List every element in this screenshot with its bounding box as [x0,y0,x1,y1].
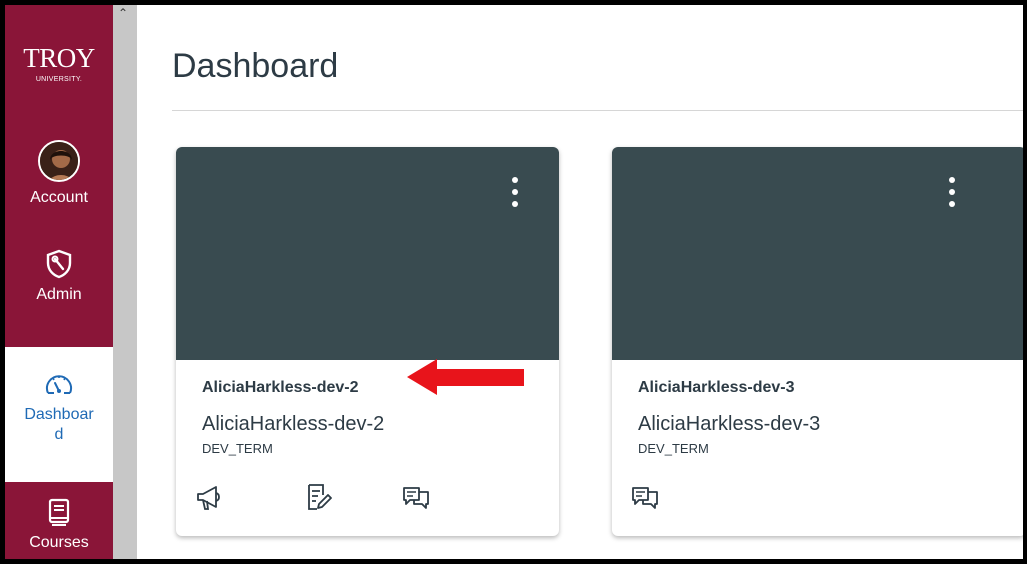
course-name: AliciaHarkless-dev-2 [202,413,385,435]
course-short-name[interactable]: AliciaHarkless-dev-3 [638,379,795,397]
nav-label-admin: Admin [36,286,82,303]
course-card[interactable]: AliciaHarkless-dev-2 AliciaHarkless-dev-… [176,147,559,536]
kebab-menu-icon[interactable] [509,177,521,211]
canvas-window: TROY UNIVERSITY. Account Admin Dashboar … [5,5,1023,559]
nav-scrollbar[interactable]: ⌃ [113,5,137,559]
kebab-menu-icon[interactable] [946,177,958,211]
global-nav: TROY UNIVERSITY. Account Admin Dashboar … [5,5,113,559]
course-short-name[interactable]: AliciaHarkless-dev-2 [202,379,359,397]
discussions-icon[interactable] [628,481,662,513]
nav-item-account[interactable]: Account [5,140,113,235]
course-name: AliciaHarkless-dev-3 [638,413,821,435]
nav-item-courses[interactable]: Courses [5,483,113,559]
nav-label-dashboard-line1: Dashboar [24,406,94,423]
book-icon [44,497,74,527]
avatar [38,140,80,182]
shield-wrench-icon [44,249,74,279]
page-title: Dashboard [172,47,339,85]
nav-item-dashboard[interactable]: Dashboar d [5,347,113,482]
annotation-arrow [407,359,524,395]
course-card-hero[interactable] [176,147,559,360]
nav-label-account: Account [30,189,88,206]
course-term: DEV_TERM [638,441,709,456]
speedometer-icon [44,369,74,399]
course-card-hero[interactable] [612,147,1023,360]
discussions-icon[interactable] [399,481,433,513]
chevron-up-icon[interactable]: ⌃ [118,7,128,19]
assignments-icon[interactable] [301,481,335,513]
logo-wordmark: TROY [23,43,95,73]
announcements-icon[interactable] [192,481,226,513]
course-term: DEV_TERM [202,441,273,456]
troy-logo[interactable]: TROY UNIVERSITY. [5,5,113,113]
nav-label-dashboard-line2: d [54,426,64,443]
course-card[interactable]: AliciaHarkless-dev-3 AliciaHarkless-dev-… [612,147,1023,536]
logo-subtext: UNIVERSITY. [35,76,83,83]
nav-label-courses: Courses [29,534,89,551]
dashboard-header: Dashboard [172,33,1023,111]
nav-item-admin[interactable]: Admin [5,249,113,341]
